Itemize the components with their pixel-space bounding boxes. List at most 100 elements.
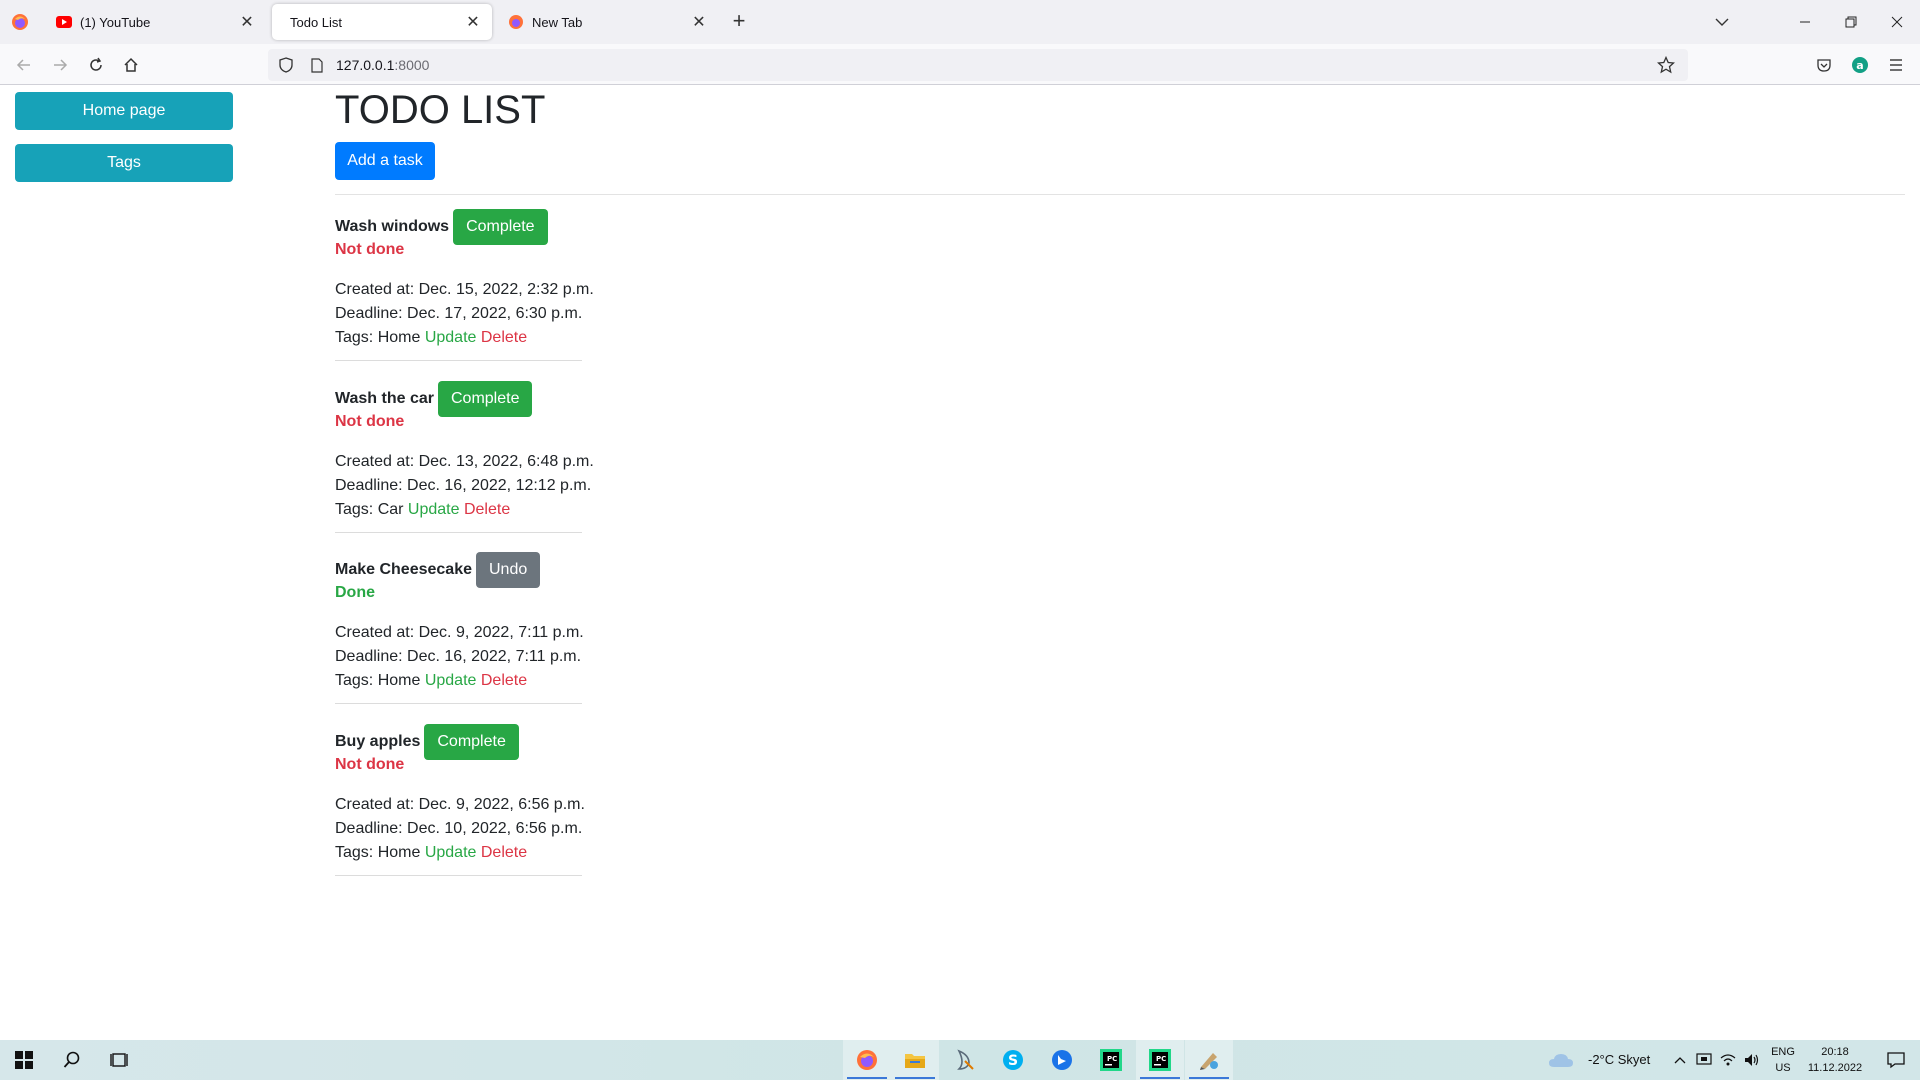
pycharm-icon[interactable]: PC [1136,1040,1184,1080]
update-link[interactable]: Update [408,501,460,518]
task-view-icon[interactable] [96,1040,144,1080]
reload-icon[interactable] [82,51,110,79]
bing-chat-icon[interactable] [1038,1040,1086,1080]
close-tab-icon[interactable]: ✕ [690,13,708,31]
close-window-icon[interactable] [1874,0,1920,44]
search-icon[interactable] [48,1040,96,1080]
complete-button[interactable]: Complete [453,209,548,245]
navigation-toolbar: 127.0.0.1:8000 a [0,44,1920,85]
delete-link[interactable]: Delete [481,672,527,689]
divider [335,532,582,533]
tab-new-tab[interactable]: New Tab ✕ [498,4,718,40]
task-created: Created at: Dec. 15, 2022, 2:32 p.m. [335,281,594,298]
pycharm-icon[interactable]: PC [1087,1040,1135,1080]
windows-start-icon[interactable] [0,1040,48,1080]
task-name: Buy apples [335,733,421,750]
tracking-protection-icon[interactable] [276,55,296,75]
update-link[interactable]: Update [425,844,477,861]
firefox-taskbar-icon[interactable] [843,1040,891,1080]
paint-icon[interactable] [1185,1040,1233,1080]
svg-text:S: S [1008,1053,1018,1069]
file-explorer-icon[interactable] [891,1040,939,1080]
task-created: Created at: Dec. 9, 2022, 6:56 p.m. [335,796,585,813]
wifi-icon[interactable] [1716,1040,1740,1080]
hamburger-menu-icon[interactable] [1882,51,1910,79]
update-link[interactable]: Update [425,672,477,689]
close-tab-icon[interactable]: ✕ [238,13,256,31]
skype-icon[interactable]: S [989,1040,1037,1080]
task-deadline: Deadline: Dec. 17, 2022, 6:30 p.m. [335,305,583,322]
url-text[interactable]: 127.0.0.1:8000 [336,57,429,73]
input-language[interactable]: ENG US [1768,1044,1798,1076]
restore-icon[interactable] [1828,0,1874,44]
delete-link[interactable]: Delete [481,844,527,861]
svg-text:PC: PC [1107,1055,1117,1063]
clock[interactable]: 20:18 11.12.2022 [1800,1044,1870,1076]
task-item: Make Cheesecake Undo Done Created at: De… [335,551,585,723]
back-arrow-icon[interactable] [10,51,38,79]
list-all-tabs-icon[interactable] [1710,10,1734,34]
task-status: Not done [335,241,405,258]
add-task-button[interactable]: Add a task [335,142,435,180]
complete-button[interactable]: Complete [424,724,519,760]
url-bar[interactable]: 127.0.0.1:8000 [268,49,1688,81]
complete-button[interactable]: Complete [438,381,533,417]
update-link[interactable]: Update [425,329,477,346]
tab-youtube[interactable]: (1) YouTube ✕ [46,4,266,40]
language-code: ENG [1771,1046,1795,1058]
url-host: 127.0.0.1 [336,57,395,73]
bookmark-star-icon[interactable] [1656,55,1676,75]
notifications-icon[interactable] [1872,1040,1920,1080]
task-item: Wash windows Complete Not done Created a… [335,208,594,380]
network-adapter-icon[interactable] [1692,1040,1716,1080]
task-status: Not done [335,756,405,773]
tab-todo-list[interactable]: Todo List ✕ [272,4,492,40]
forward-arrow-icon[interactable] [46,51,74,79]
task-status: Not done [335,413,405,430]
task-tags-row: Tags: Car Update Delete [335,501,510,519]
tab-title: New Tab [532,14,583,30]
task-deadline: Deadline: Dec. 16, 2022, 7:11 p.m. [335,648,582,665]
firefox-view-icon[interactable] [10,12,30,32]
page-info-icon[interactable] [308,56,326,74]
task-tags: Tags: Home [335,672,421,689]
task-deadline: Deadline: Dec. 10, 2022, 6:56 p.m. [335,820,583,837]
undo-button[interactable]: Undo [475,552,541,588]
task-name: Wash the car [335,390,434,407]
url-port: :8000 [394,57,430,73]
home-page-button[interactable]: Home page [15,92,233,130]
task-deadline: Deadline: Dec. 16, 2022, 12:12 p.m. [335,477,592,494]
task-item: Buy apples Complete Not done Created at:… [335,723,585,895]
task-tags: Tags: Home [335,329,421,346]
clock-date: 11.12.2022 [1807,1062,1863,1074]
tags-button[interactable]: Tags [15,144,233,182]
task-tags-row: Tags: Home Update Delete [335,672,527,690]
svg-text:a: a [1856,59,1863,72]
minimize-icon[interactable] [1782,0,1828,44]
pocket-icon[interactable] [1810,51,1838,79]
divider [335,360,582,361]
chevron-up-icon[interactable] [1668,1040,1692,1080]
weather-text[interactable]: -2°C Skyet [1588,1052,1650,1067]
app-moon-icon[interactable] [940,1040,988,1080]
delete-link[interactable]: Delete [481,329,527,346]
close-tab-icon[interactable]: ✕ [464,13,482,31]
new-tab-button[interactable]: + [726,10,752,34]
divider [335,194,1905,195]
extension-account-icon[interactable]: a [1846,51,1874,79]
windows-taskbar: S PC PC -2°C Skyet ENG US 20:18 11.12.20… [0,1040,1920,1080]
task-tags: Tags: Home [335,844,421,861]
clock-time: 20:18 [1821,1046,1849,1058]
task-tags-row: Tags: Home Update Delete [335,844,527,862]
task-created: Created at: Dec. 13, 2022, 6:48 p.m. [335,453,594,470]
svg-text:PC: PC [1156,1055,1166,1063]
delete-link[interactable]: Delete [464,501,510,518]
task-item: Wash the car Complete Not done Created a… [335,380,594,552]
cloud-weather-icon[interactable] [1544,1040,1578,1080]
task-created: Created at: Dec. 9, 2022, 7:11 p.m. [335,624,584,641]
task-name: Make Cheesecake [335,561,472,578]
volume-icon[interactable] [1740,1040,1764,1080]
youtube-icon [56,14,72,30]
task-tags: Tags: Car [335,501,404,518]
home-icon[interactable] [117,51,145,79]
